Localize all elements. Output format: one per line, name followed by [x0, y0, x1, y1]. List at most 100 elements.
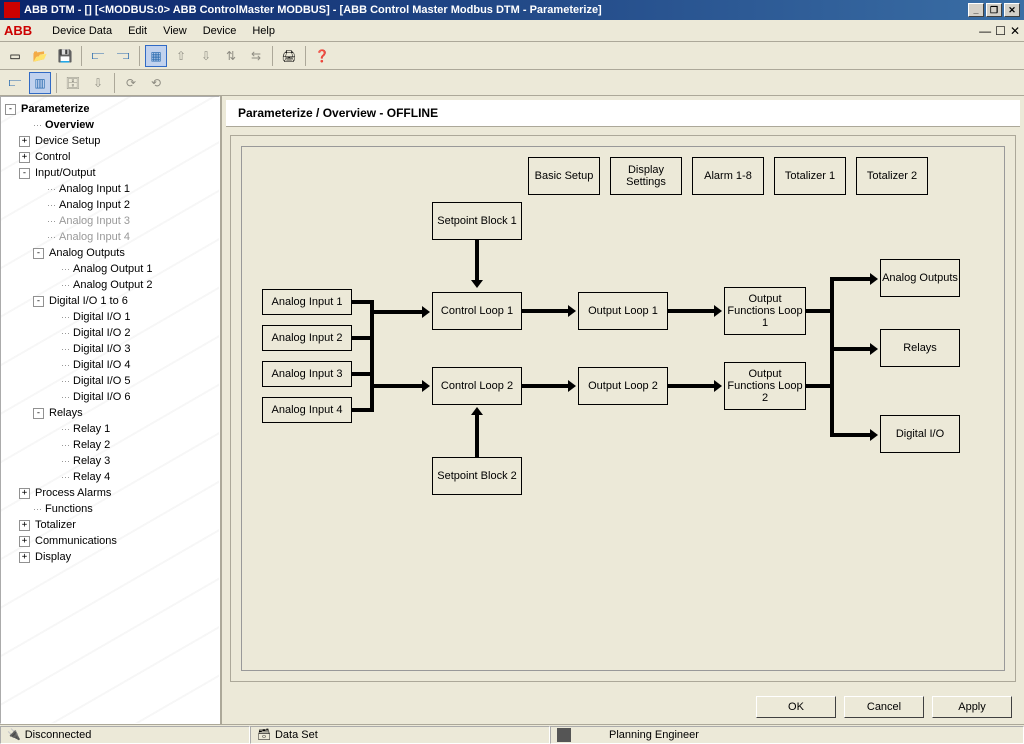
digital-io[interactable]: Digital I/O [880, 415, 960, 453]
grid-icon[interactable]: ▦ [145, 45, 167, 67]
layout-1-icon[interactable]: ⫍ [87, 45, 109, 67]
setpoint-block-1[interactable]: Setpoint Block 1 [432, 202, 522, 240]
tree-item-communications[interactable]: +Communications [3, 533, 217, 549]
output-loop-2[interactable]: Output Loop 2 [578, 367, 668, 405]
tree-toggle-icon[interactable]: - [5, 104, 16, 115]
tree-item-analog-output-1[interactable]: ⋯Analog Output 1 [3, 261, 217, 277]
menu-device-data[interactable]: Device Data [44, 23, 120, 39]
tree-item-analog-input-3[interactable]: ⋯Analog Input 3 [3, 213, 217, 229]
analog-outputs[interactable]: Analog Outputs [880, 259, 960, 297]
tree-label: Digital I/O 3 [71, 343, 132, 355]
tree-item-digital-i-o-4[interactable]: ⋯Digital I/O 4 [3, 357, 217, 373]
tree-item-relay-4[interactable]: ⋯Relay 4 [3, 469, 217, 485]
top-button-totalizer-1[interactable]: Totalizer 1 [774, 157, 846, 195]
mdi-close-button[interactable]: ✕ [1010, 24, 1020, 38]
tree-item-device-setup[interactable]: +Device Setup [3, 133, 217, 149]
tree-item-parameterize[interactable]: -Parameterize [3, 101, 217, 117]
tree-toggle-icon[interactable]: - [19, 168, 30, 179]
brand-logo: ABB [4, 23, 32, 38]
menu-view[interactable]: View [155, 23, 195, 39]
tree-item-relays[interactable]: -Relays [3, 405, 217, 421]
mdi-maximize-button[interactable]: ☐ [995, 24, 1006, 38]
tree-item-digital-i-o-5[interactable]: ⋯Digital I/O 5 [3, 373, 217, 389]
dataset-label: Data Set [275, 729, 318, 741]
control-loop-1[interactable]: Control Loop 1 [432, 292, 522, 330]
top-button-display-settings[interactable]: Display Settings [610, 157, 682, 195]
tree-item-totalizer[interactable]: +Totalizer [3, 517, 217, 533]
tree-label: Relay 1 [71, 423, 112, 435]
output-functions-loop-2[interactable]: Output Functions Loop 2 [724, 362, 806, 410]
tree-item-relay-1[interactable]: ⋯Relay 1 [3, 421, 217, 437]
tree-item-analog-input-1[interactable]: ⋯Analog Input 1 [3, 181, 217, 197]
view-tree-icon[interactable]: ⫍ [4, 72, 26, 94]
tree-item-digital-i-o-1[interactable]: ⋯Digital I/O 1 [3, 309, 217, 325]
tree-toggle-icon[interactable]: + [19, 520, 30, 531]
analog-input-3[interactable]: Analog Input 3 [262, 361, 352, 387]
tree-item-display[interactable]: +Display [3, 549, 217, 565]
window-title: ABB DTM - [] [<MODBUS:0> ABB ControlMast… [24, 4, 968, 16]
control-loop-2[interactable]: Control Loop 2 [432, 367, 522, 405]
tree-item-control[interactable]: +Control [3, 149, 217, 165]
tree-item-input-output[interactable]: -Input/Output [3, 165, 217, 181]
tree-item-digital-i-o-3[interactable]: ⋯Digital I/O 3 [3, 341, 217, 357]
tree-toggle-icon[interactable]: + [19, 552, 30, 563]
cancel-button[interactable]: Cancel [844, 696, 924, 718]
open-icon[interactable]: 📂 [29, 45, 51, 67]
tree-label: Digital I/O 1 [71, 311, 132, 323]
tree-toggle-icon[interactable]: - [33, 408, 44, 419]
layout-2-icon[interactable]: ⫎ [112, 45, 134, 67]
tree-item-process-alarms[interactable]: +Process Alarms [3, 485, 217, 501]
tree-item-digital-i-o-1-to-6[interactable]: -Digital I/O 1 to 6 [3, 293, 217, 309]
tree-item-digital-i-o-2[interactable]: ⋯Digital I/O 2 [3, 325, 217, 341]
new-icon[interactable]: ▭ [4, 45, 26, 67]
analog-input-2[interactable]: Analog Input 2 [262, 325, 352, 351]
setpoint-block-2[interactable]: Setpoint Block 2 [432, 457, 522, 495]
tree-item-analog-input-2[interactable]: ⋯Analog Input 2 [3, 197, 217, 213]
tree-item-overview[interactable]: ⋯Overview [3, 117, 217, 133]
tree-toggle-icon[interactable]: + [19, 488, 30, 499]
mdi-minimize-button[interactable]: — [979, 24, 991, 38]
minimize-button[interactable]: _ [968, 3, 984, 17]
relays[interactable]: Relays [880, 329, 960, 367]
analog-input-1[interactable]: Analog Input 1 [262, 289, 352, 315]
close-button[interactable]: ✕ [1004, 3, 1020, 17]
tree-item-relay-2[interactable]: ⋯Relay 2 [3, 437, 217, 453]
tree-toggle-icon[interactable]: + [19, 536, 30, 547]
dialog-buttons: OK Cancel Apply [222, 690, 1024, 724]
tree-item-analog-outputs[interactable]: -Analog Outputs [3, 245, 217, 261]
secondary-toolbar: ⫍ ▥ 🗄 ⇩ ⟳ ⟲ [0, 70, 1024, 96]
top-button-alarm-1-8[interactable]: Alarm 1-8 [692, 157, 764, 195]
breadcrumb: Parameterize / Overview - OFFLINE [226, 100, 1020, 127]
menu-device[interactable]: Device [195, 23, 245, 39]
maximize-button[interactable]: ❐ [986, 3, 1002, 17]
menu-edit[interactable]: Edit [120, 23, 155, 39]
menu-help[interactable]: Help [244, 23, 283, 39]
tree-item-relay-3[interactable]: ⋯Relay 3 [3, 453, 217, 469]
tree-item-digital-i-o-6[interactable]: ⋯Digital I/O 6 [3, 389, 217, 405]
tree-label: Process Alarms [33, 487, 113, 499]
view-both-icon[interactable]: ▥ [29, 72, 51, 94]
role-icon [557, 728, 571, 742]
tree-toggle-icon[interactable]: + [19, 136, 30, 147]
navigation-tree[interactable]: -Parameterize ⋯Overview+Device Setup+Con… [0, 96, 220, 724]
top-button-basic-setup[interactable]: Basic Setup [528, 157, 600, 195]
tree-toggle-icon[interactable]: - [33, 296, 44, 307]
output-loop-1[interactable]: Output Loop 1 [578, 292, 668, 330]
tree-item-analog-input-4[interactable]: ⋯Analog Input 4 [3, 229, 217, 245]
tree-label: Parameterize [19, 103, 92, 115]
tree-toggle-icon[interactable]: + [19, 152, 30, 163]
main-panel: Parameterize / Overview - OFFLINE Basic … [220, 96, 1024, 724]
top-button-totalizer-2[interactable]: Totalizer 2 [856, 157, 928, 195]
ok-button[interactable]: OK [756, 696, 836, 718]
analog-input-4[interactable]: Analog Input 4 [262, 397, 352, 423]
tree-toggle-icon[interactable]: - [33, 248, 44, 259]
tree-label: Analog Input 2 [57, 199, 132, 211]
download-params-icon: ⇩ [87, 72, 109, 94]
output-functions-loop-1[interactable]: Output Functions Loop 1 [724, 287, 806, 335]
tree-item-functions[interactable]: ⋯Functions [3, 501, 217, 517]
tree-item-analog-output-2[interactable]: ⋯Analog Output 2 [3, 277, 217, 293]
print-icon[interactable]: 🖨 [278, 45, 300, 67]
help-icon[interactable]: ❓ [311, 45, 333, 67]
apply-button[interactable]: Apply [932, 696, 1012, 718]
save-icon[interactable]: 💾 [54, 45, 76, 67]
